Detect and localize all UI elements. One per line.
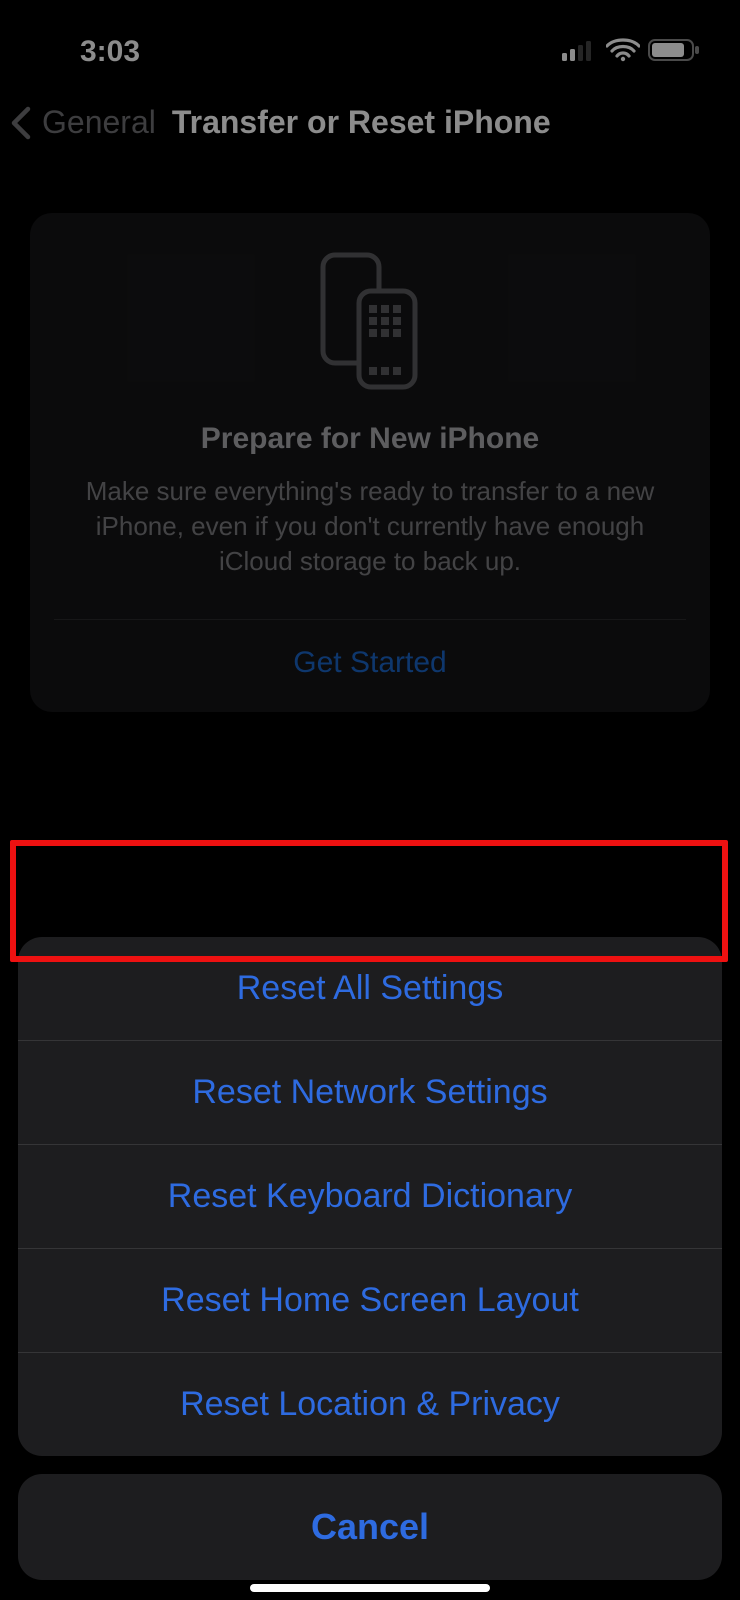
reset-all-settings-button[interactable]: Reset All Settings	[18, 937, 722, 1040]
reset-action-sheet: Reset All Settings Reset Network Setting…	[18, 937, 722, 1580]
reset-home-screen-layout-button[interactable]: Reset Home Screen Layout	[18, 1249, 722, 1352]
reset-location-privacy-button[interactable]: Reset Location & Privacy	[18, 1353, 722, 1456]
screen: 3:03	[0, 0, 740, 1600]
reset-network-settings-button[interactable]: Reset Network Settings	[18, 1041, 722, 1144]
sheet-options-group: Reset All Settings Reset Network Setting…	[18, 937, 722, 1456]
home-indicator[interactable]	[250, 1584, 490, 1592]
reset-keyboard-dictionary-button[interactable]: Reset Keyboard Dictionary	[18, 1145, 722, 1248]
cancel-button[interactable]: Cancel	[18, 1474, 722, 1580]
